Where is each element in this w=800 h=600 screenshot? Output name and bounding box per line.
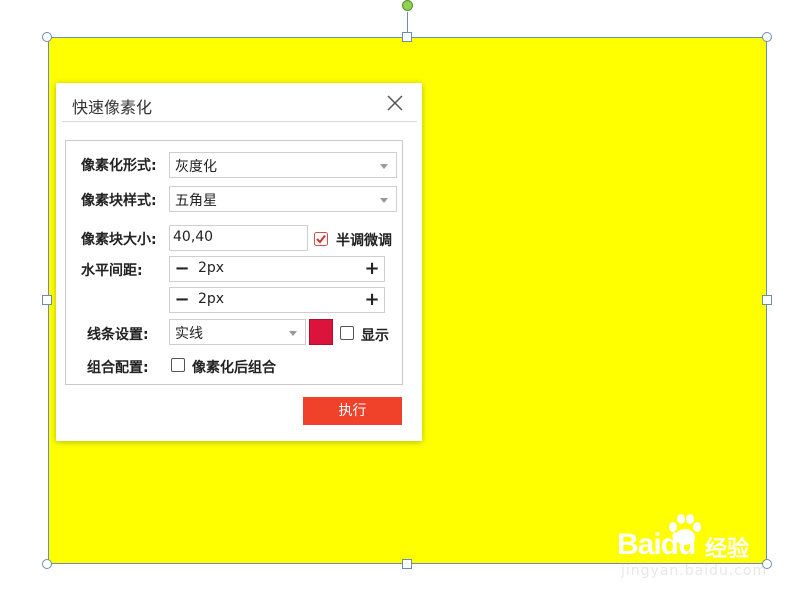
block-style-value: 五角星 <box>175 193 217 209</box>
h-spacing-stepper: − 2px + <box>169 256 385 282</box>
pixelate-style-select[interactable]: 灰度化 <box>169 152 397 178</box>
rotate-handle[interactable] <box>402 0 413 11</box>
block-style-select[interactable]: 五角星 <box>169 186 397 212</box>
fine-tune-checkbox[interactable] <box>314 232 328 246</box>
fine-tune-label: 半调微调 <box>336 233 392 249</box>
dialog-title: 快速像素化 <box>72 98 153 117</box>
group-after-pixelate-label: 像素化后组合 <box>192 360 276 376</box>
watermark-brand: 经验 <box>705 537 750 562</box>
v-spacing-increment-button[interactable]: + <box>360 288 384 312</box>
v-spacing-value[interactable]: 2px <box>198 291 224 307</box>
h-spacing-decrement-button[interactable]: − <box>170 257 194 281</box>
group-after-pixelate-checkbox[interactable] <box>171 358 185 372</box>
block-size-label: 像素块大小: <box>81 232 157 248</box>
chevron-down-icon <box>380 198 388 203</box>
h-spacing-increment-button[interactable]: + <box>360 257 384 281</box>
line-settings-label: 线条设置: <box>87 327 149 343</box>
line-style-select[interactable]: 实线 <box>169 319 306 345</box>
line-style-value: 实线 <box>175 326 203 342</box>
resize-handle-top-right[interactable] <box>762 32 772 42</box>
paw-icon <box>669 514 701 545</box>
resize-handle-top[interactable] <box>402 32 412 42</box>
chevron-down-icon <box>380 164 388 169</box>
resize-handle-right[interactable] <box>762 295 772 305</box>
close-icon[interactable] <box>384 92 406 114</box>
line-color-swatch[interactable] <box>309 319 333 345</box>
quick-pixelate-dialog: 快速像素化 像素化形式: 灰度化 像素块样式: 五角星 像素块大小: 40,40… <box>56 83 422 441</box>
resize-handle-left[interactable] <box>42 295 52 305</box>
show-line-checkbox[interactable] <box>340 326 354 340</box>
h-spacing-label: 水平间距: <box>81 263 143 279</box>
pixelate-style-value: 灰度化 <box>175 159 217 175</box>
v-spacing-stepper: − 2px + <box>169 287 385 313</box>
group-config-label: 组合配置: <box>87 360 149 376</box>
h-spacing-value[interactable]: 2px <box>198 260 224 276</box>
execute-button[interactable]: 执行 <box>303 397 402 425</box>
resize-handle-bottom[interactable] <box>402 559 412 569</box>
resize-handle-top-left[interactable] <box>42 32 52 42</box>
v-spacing-decrement-button[interactable]: − <box>170 288 194 312</box>
watermark-url: jingyan.baidu.com <box>621 563 768 579</box>
block-style-label: 像素块样式: <box>81 193 157 209</box>
resize-handle-bottom-left[interactable] <box>42 559 52 569</box>
show-line-label: 显示 <box>361 328 389 344</box>
block-size-input[interactable]: 40,40 <box>169 225 308 251</box>
pixelate-style-label: 像素化形式: <box>81 158 157 174</box>
title-divider <box>62 121 417 122</box>
chevron-down-icon <box>289 331 297 336</box>
